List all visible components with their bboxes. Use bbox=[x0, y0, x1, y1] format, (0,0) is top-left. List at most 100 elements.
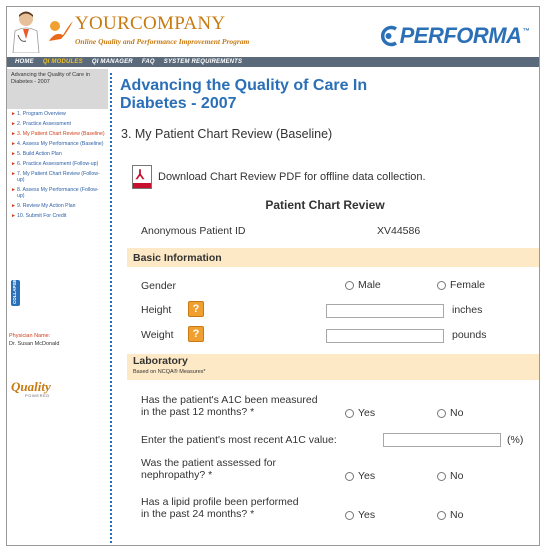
radio-circle-icon bbox=[437, 408, 446, 418]
nephropathy-no-radio[interactable]: No bbox=[437, 470, 463, 482]
physician-name: Dr. Susan McDonald bbox=[9, 341, 60, 347]
sidebar-item-label: 8. Assess My Performance (Follow-up) bbox=[17, 187, 99, 199]
a1c-value-input[interactable] bbox=[383, 433, 501, 447]
weight-unit: pounds bbox=[452, 329, 487, 341]
basic-info-title: Basic Information bbox=[133, 252, 222, 264]
sidebar-item-label: 4. Assess My Performance (Baseline) bbox=[17, 141, 104, 147]
nephropathy-question: Was the patient assessed for bbox=[141, 457, 277, 469]
sidebar-item-practice-assessment[interactable]: ► 2. Practice Assessment bbox=[11, 121, 105, 127]
sidebar-item-submit-for-credit[interactable]: ► 10. Submit For Credit bbox=[11, 213, 105, 219]
sidebar-item-assess-performance-baseline[interactable]: ► 4. Assess My Performance (Baseline) bbox=[11, 141, 105, 147]
performa-logo: PERFORMA ™ bbox=[379, 23, 529, 49]
sidebar-item-practice-assessment-followup[interactable]: ► 6. Practice Assessment (Follow-up) bbox=[11, 161, 105, 167]
nav-home[interactable]: HOME bbox=[15, 59, 34, 65]
height-label: Height bbox=[141, 304, 172, 316]
patient-id-value: XV44586 bbox=[377, 225, 421, 237]
sidebar-item-assess-performance-followup[interactable]: ► 8. Assess My Performance (Follow-up) bbox=[11, 187, 105, 199]
sidebar-item-chart-review-baseline[interactable]: ► 3. My Patient Chart Review (Baseline) bbox=[11, 131, 105, 137]
weight-input[interactable] bbox=[326, 329, 444, 343]
radio-circle-icon bbox=[345, 280, 354, 290]
sidebar-item-review-action-plan[interactable]: ► 9. Review My Action Plan bbox=[11, 203, 105, 209]
nav-faq[interactable]: FAQ bbox=[142, 59, 155, 65]
brand-trademark: ™ bbox=[522, 27, 530, 35]
company-tagline: Online Quality and Performance Improveme… bbox=[75, 37, 250, 46]
radio-label: No bbox=[450, 407, 464, 419]
patient-id-label: Anonymous Patient ID bbox=[141, 225, 246, 237]
sidebar-item-label: 10. Submit For Credit bbox=[17, 213, 67, 219]
radio-circle-icon bbox=[345, 408, 354, 418]
sidebar-item-label: 3. My Patient Chart Review (Baseline) bbox=[17, 131, 105, 137]
sidebar-item-program-overview[interactable]: ► 1. Program Overview bbox=[11, 111, 105, 117]
sidebar-item-label: 7. My Patient Chart Review (Follow-up) bbox=[17, 171, 100, 183]
a1c-value-question: Enter the patient's most recent A1C valu… bbox=[141, 434, 337, 446]
pdf-icon: ⅄ bbox=[132, 165, 152, 189]
radio-circle-icon bbox=[437, 510, 446, 520]
nephropathy-question-2: nephropathy? * bbox=[141, 469, 213, 481]
quality-logo-sub: POWERED bbox=[25, 393, 50, 398]
a1c-measured-yes-radio[interactable]: Yes bbox=[345, 407, 375, 419]
a1c-measured-question: Has the patient's A1C been measured bbox=[141, 394, 318, 406]
form-title: Patient Chart Review bbox=[265, 198, 385, 212]
sidebar-divider bbox=[110, 73, 112, 543]
laboratory-title: Laboratory bbox=[133, 355, 188, 367]
top-nav: HOME QI MODULES QI MANAGER FAQ SYSTEM RE… bbox=[7, 57, 539, 67]
nephropathy-yes-radio[interactable]: Yes bbox=[345, 470, 375, 482]
lipid-profile-question: Has a lipid profile been performed bbox=[141, 496, 299, 508]
sidebar-item-label: 6. Practice Assessment (Follow-up) bbox=[17, 161, 99, 167]
page-title: Advancing the Quality of Care In Diabete… bbox=[120, 77, 368, 112]
radio-label: Female bbox=[450, 279, 486, 291]
gender-female-radio[interactable]: Female bbox=[437, 279, 485, 291]
height-unit: inches bbox=[452, 304, 483, 316]
radio-circle-icon bbox=[345, 471, 354, 481]
nav-qi-modules[interactable]: QI MODULES bbox=[43, 59, 83, 65]
gender-label: Gender bbox=[141, 280, 177, 292]
section-title: 3. My Patient Chart Review (Baseline) bbox=[121, 127, 333, 141]
physician-label: Physician Name: bbox=[9, 333, 51, 339]
lipid-profile-question-2: in the past 24 months? * bbox=[141, 508, 255, 520]
radio-label: No bbox=[450, 509, 464, 521]
nav-qi-manager[interactable]: QI MANAGER bbox=[92, 59, 133, 65]
performa-logo-icon bbox=[380, 25, 397, 47]
gender-male-radio[interactable]: Male bbox=[345, 279, 381, 291]
radio-label: Yes bbox=[358, 509, 376, 521]
a1c-measured-no-radio[interactable]: No bbox=[437, 407, 463, 419]
doctor-illustration bbox=[12, 11, 40, 53]
radio-label: Male bbox=[358, 279, 381, 291]
sidebar-item-chart-review-followup[interactable]: ► 7. My Patient Chart Review (Follow-up) bbox=[11, 171, 105, 183]
sidebar: Advancing the Quality of Care in Diabete… bbox=[7, 67, 108, 545]
sidebar-item-label: 9. Review My Action Plan bbox=[17, 203, 76, 209]
pdf-download-link[interactable]: ⅄ Download Chart Review PDF for offline … bbox=[132, 165, 426, 189]
sidebar-heading: Advancing the Quality of Care in Diabete… bbox=[7, 69, 108, 109]
weight-label: Weight bbox=[141, 329, 174, 341]
weight-help-icon[interactable]: ? bbox=[188, 326, 204, 342]
company-logo-icon bbox=[49, 21, 73, 41]
a1c-measured-question-2: in the past 12 months? * bbox=[141, 406, 255, 418]
radio-circle-icon bbox=[437, 471, 446, 481]
quality-logo: Quality POWERED bbox=[11, 377, 71, 399]
radio-circle-icon bbox=[437, 280, 446, 290]
sidebar-item-build-action-plan[interactable]: ► 5. Build Action Plan bbox=[11, 151, 105, 157]
company-name: YOURCOMPANY bbox=[75, 13, 226, 34]
sidebar-item-label: 5. Build Action Plan bbox=[17, 151, 62, 157]
laboratory-band bbox=[127, 354, 539, 380]
nav-system-requirements[interactable]: SYSTEM REQUIREMENTS bbox=[164, 59, 242, 65]
lipid-profile-yes-radio[interactable]: Yes bbox=[345, 509, 375, 521]
radio-label: Yes bbox=[358, 470, 376, 482]
sidebar-item-label: 1. Program Overview bbox=[17, 111, 66, 117]
header: YOURCOMPANY Online Quality and Performan… bbox=[7, 7, 539, 57]
radio-label: No bbox=[450, 470, 464, 482]
sidebar-steps: ► 1. Program Overview ► 2. Practice Assess… bbox=[11, 111, 105, 223]
height-help-icon[interactable]: ? bbox=[188, 301, 204, 317]
radio-circle-icon bbox=[345, 510, 354, 520]
lipid-profile-no-radio[interactable]: No bbox=[437, 509, 463, 521]
brand-name: PERFORMA bbox=[399, 23, 522, 48]
height-input[interactable] bbox=[326, 304, 444, 318]
a1c-value-unit: (%) bbox=[507, 434, 524, 446]
sidebar-item-label: 2. Practice Assessment bbox=[17, 121, 71, 127]
main-content: Advancing the Quality of Care In Diabete… bbox=[119, 67, 539, 545]
page-frame: YOURCOMPANY Online Quality and Performan… bbox=[6, 6, 540, 546]
pdf-link-text[interactable]: Download Chart Review PDF for offline da… bbox=[158, 171, 426, 183]
collapse-label: COLLAPSE bbox=[12, 279, 17, 304]
radio-label: Yes bbox=[358, 407, 376, 419]
collapse-sidebar-button[interactable]: COLLAPSE bbox=[11, 279, 20, 306]
